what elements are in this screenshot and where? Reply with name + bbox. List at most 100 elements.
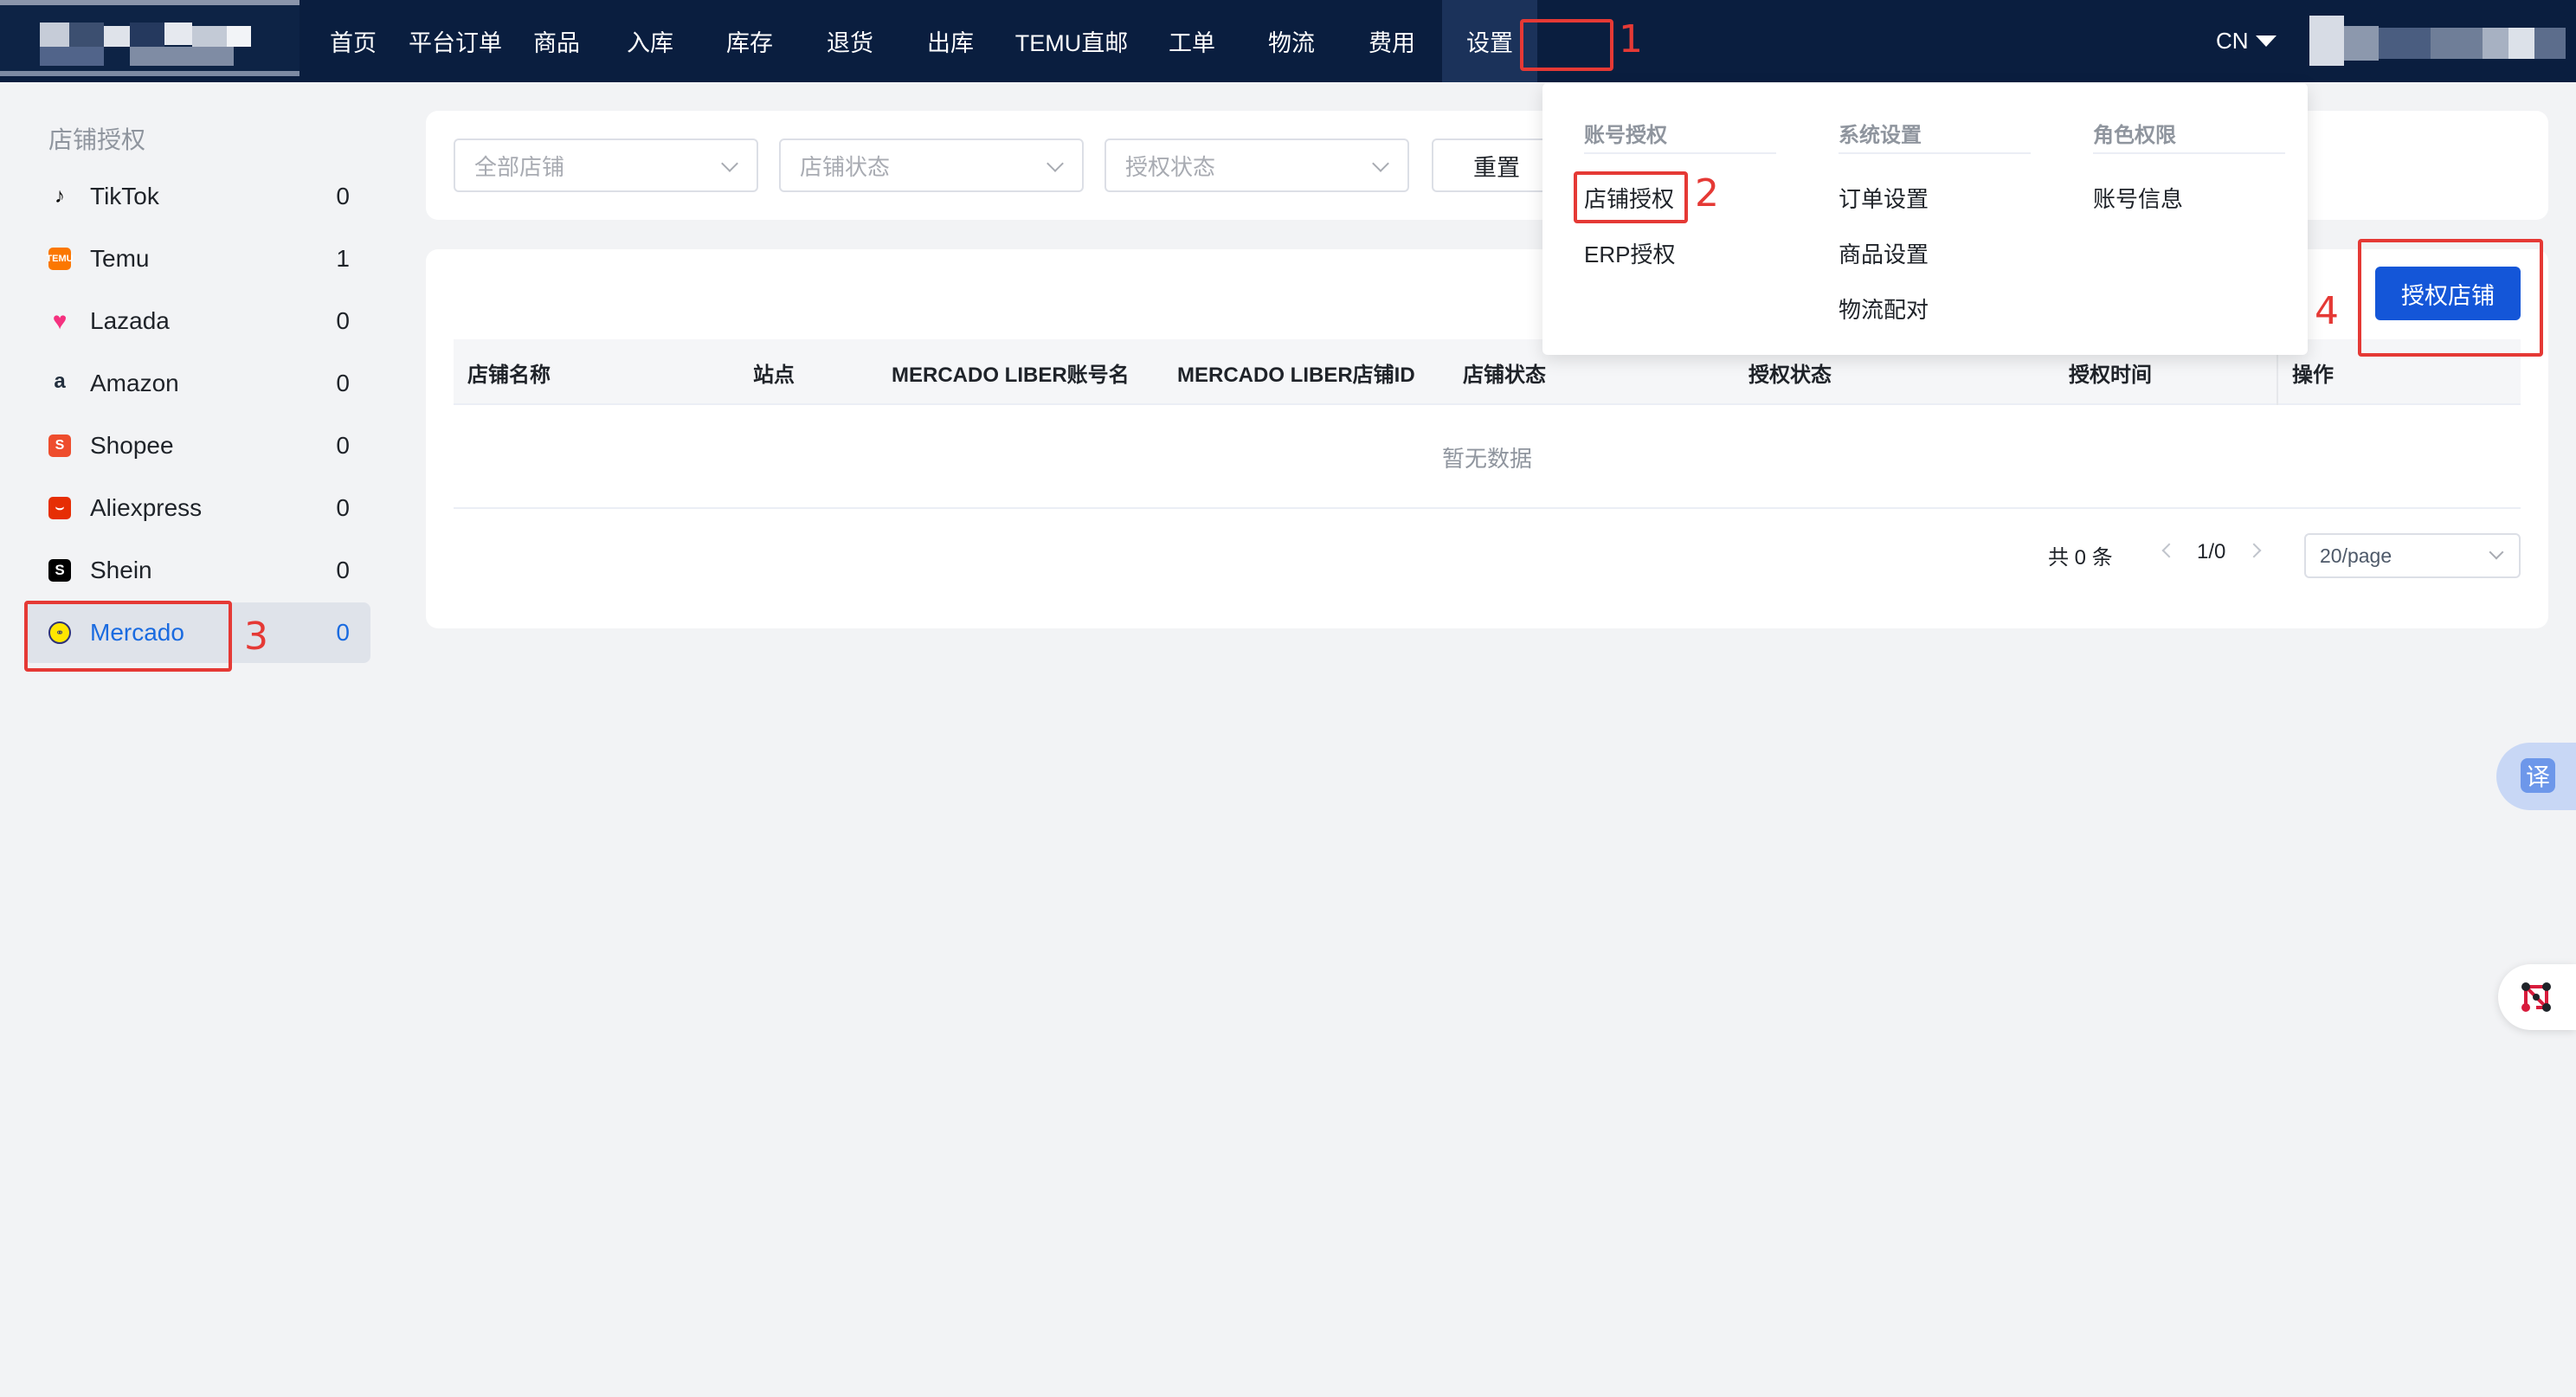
sidebar-item-shein[interactable]: S Shein 0 <box>24 540 370 601</box>
menu-group-divider <box>1839 152 2031 154</box>
logo[interactable] <box>0 0 299 76</box>
page-size-value: 20/page <box>2320 544 2392 567</box>
pagination-total: 共 0 条 <box>2048 546 2113 570</box>
user-pixel <box>2379 28 2431 59</box>
auth-status-select[interactable]: 授权状态 <box>1104 138 1409 192</box>
sidebar-item-count: 0 <box>336 307 350 334</box>
nav-home[interactable]: 首页 <box>308 0 398 82</box>
logo-pixel <box>40 23 69 47</box>
empty-state: 暂无数据 <box>454 407 2521 509</box>
sidebar-item-count: 0 <box>336 494 350 521</box>
menu-group-divider <box>1584 152 1776 154</box>
sidebar-item-count: 0 <box>336 432 350 459</box>
chevron-down-icon <box>1372 155 1389 172</box>
chevron-left-icon[interactable] <box>2157 542 2176 561</box>
menu-group-title-account-auth: 账号授权 <box>1584 124 1667 147</box>
menu-group-divider <box>2093 152 2285 154</box>
amazon-icon: a <box>54 370 66 393</box>
user-pixel <box>2534 28 2566 59</box>
logo-pixel <box>40 47 104 66</box>
sidebar-item-label: Amazon <box>90 370 179 396</box>
column-header-store-name: 店铺名称 <box>467 363 551 387</box>
store-status-placeholder: 店铺状态 <box>800 153 891 180</box>
column-header-store-status: 店铺状态 <box>1463 363 1546 387</box>
column-header-account-name: MERCADO LIBER账号名 <box>892 363 1130 387</box>
caret-down-icon <box>2255 35 2277 47</box>
annotation-box-1 <box>1520 19 1613 71</box>
sidebar-item-aliexpress[interactable]: ⌣ Aliexpress 0 <box>24 478 370 538</box>
chevron-down-icon <box>2489 544 2504 560</box>
menu-item-erp-auth[interactable]: ERP授权 <box>1584 237 1675 269</box>
logo-pixel <box>164 23 192 45</box>
sidebar-item-label: Lazada <box>90 307 170 334</box>
page-size-select[interactable]: 20/page <box>2304 533 2521 578</box>
chevron-down-icon <box>721 155 738 172</box>
sidebar-item-shopee[interactable]: S Shopee 0 <box>24 415 370 476</box>
nav-returns[interactable]: 退货 <box>800 0 900 82</box>
store-status-select[interactable]: 店铺状态 <box>779 138 1084 192</box>
main-nav: 首页 平台订单 商品 入库 库存 退货 出库 TEMU直邮 工单 物流 费用 设… <box>308 0 1537 82</box>
nav-tickets[interactable]: 工单 <box>1143 0 1241 82</box>
nav-temu-direct[interactable]: TEMU直邮 <box>1001 0 1143 82</box>
sidebar-item-count: 1 <box>336 245 350 272</box>
language-switcher[interactable]: CN <box>2216 0 2277 82</box>
menu-item-product-settings[interactable]: 商品设置 <box>1839 237 1929 269</box>
annotation-number-1: 1 <box>1619 17 1643 61</box>
shopee-icon: S <box>48 435 71 457</box>
menu-item-logistics-mapping[interactable]: 物流配对 <box>1839 293 1929 325</box>
language-label: CN <box>2216 28 2249 54</box>
nav-inventory[interactable]: 库存 <box>699 0 800 82</box>
column-header-store-id: MERCADO LIBER店铺ID <box>1177 363 1415 387</box>
sidebar-item-count: 0 <box>336 619 350 646</box>
user-pixel <box>2309 16 2344 66</box>
user-pixel <box>2508 28 2534 59</box>
shein-icon: S <box>48 559 71 582</box>
logo-underline <box>0 71 299 76</box>
store-select-placeholder: 全部店铺 <box>474 153 565 180</box>
user-menu[interactable] <box>2309 12 2569 71</box>
logo-top-line <box>0 0 299 5</box>
sidebar-item-label: Shein <box>90 557 152 583</box>
sidebar-item-count: 0 <box>336 183 350 209</box>
annotation-box-2 <box>1574 171 1688 223</box>
store-select[interactable]: 全部店铺 <box>454 138 758 192</box>
network-icon <box>2521 982 2551 1012</box>
nav-outbound[interactable]: 出库 <box>900 0 1001 82</box>
translate-icon: 译 <box>2521 758 2555 793</box>
chevron-down-icon <box>1046 155 1064 172</box>
aliexpress-icon: ⌣ <box>48 497 71 519</box>
nav-fees[interactable]: 费用 <box>1342 0 1442 82</box>
annotation-number-4: 4 <box>2315 289 2339 333</box>
top-navbar: 首页 平台订单 商品 入库 库存 退货 出库 TEMU直邮 工单 物流 费用 设… <box>0 0 2576 82</box>
sidebar-item-count: 0 <box>336 557 350 583</box>
menu-group-title-role-permissions: 角色权限 <box>2093 124 2176 147</box>
user-pixel <box>2431 28 2483 59</box>
sidebar-item-count: 0 <box>336 370 350 396</box>
sidebar-item-lazada[interactable]: ♥ Lazada 0 <box>24 291 370 351</box>
tiktok-icon: ♪ <box>55 184 65 208</box>
menu-item-order-settings[interactable]: 订单设置 <box>1839 182 1929 214</box>
sidebar-item-tiktok[interactable]: ♪ TikTok 0 <box>24 166 370 227</box>
nav-products[interactable]: 商品 <box>512 0 601 82</box>
nav-platform-orders[interactable]: 平台订单 <box>398 0 512 82</box>
chevron-right-icon[interactable] <box>2247 542 2266 561</box>
sidebar-item-label: Shopee <box>90 432 174 459</box>
logo-pixel <box>104 26 130 47</box>
auth-status-placeholder: 授权状态 <box>1125 153 1216 180</box>
logo-pixel <box>130 47 234 66</box>
menu-group-title-system-settings: 系统设置 <box>1839 124 1922 147</box>
sidebar-item-amazon[interactable]: a Amazon 0 <box>24 353 370 414</box>
pagination-current: 1/0 <box>2197 540 2226 563</box>
sidebar-item-label: Aliexpress <box>90 494 203 521</box>
translate-float-button[interactable]: 译 <box>2496 743 2576 810</box>
assistant-float-button[interactable] <box>2498 964 2576 1030</box>
nav-logistics[interactable]: 物流 <box>1241 0 1342 82</box>
annotation-box-3 <box>24 601 232 672</box>
sidebar-item-temu[interactable]: TEMU Temu 1 <box>24 229 370 289</box>
nav-inbound[interactable]: 入库 <box>601 0 699 82</box>
menu-item-account-info[interactable]: 账号信息 <box>2093 182 2183 214</box>
column-header-site: 站点 <box>753 363 795 387</box>
annotation-number-2: 2 <box>1695 171 1719 216</box>
lazada-icon: ♥ <box>52 307 68 334</box>
logo-pixel <box>227 26 251 47</box>
